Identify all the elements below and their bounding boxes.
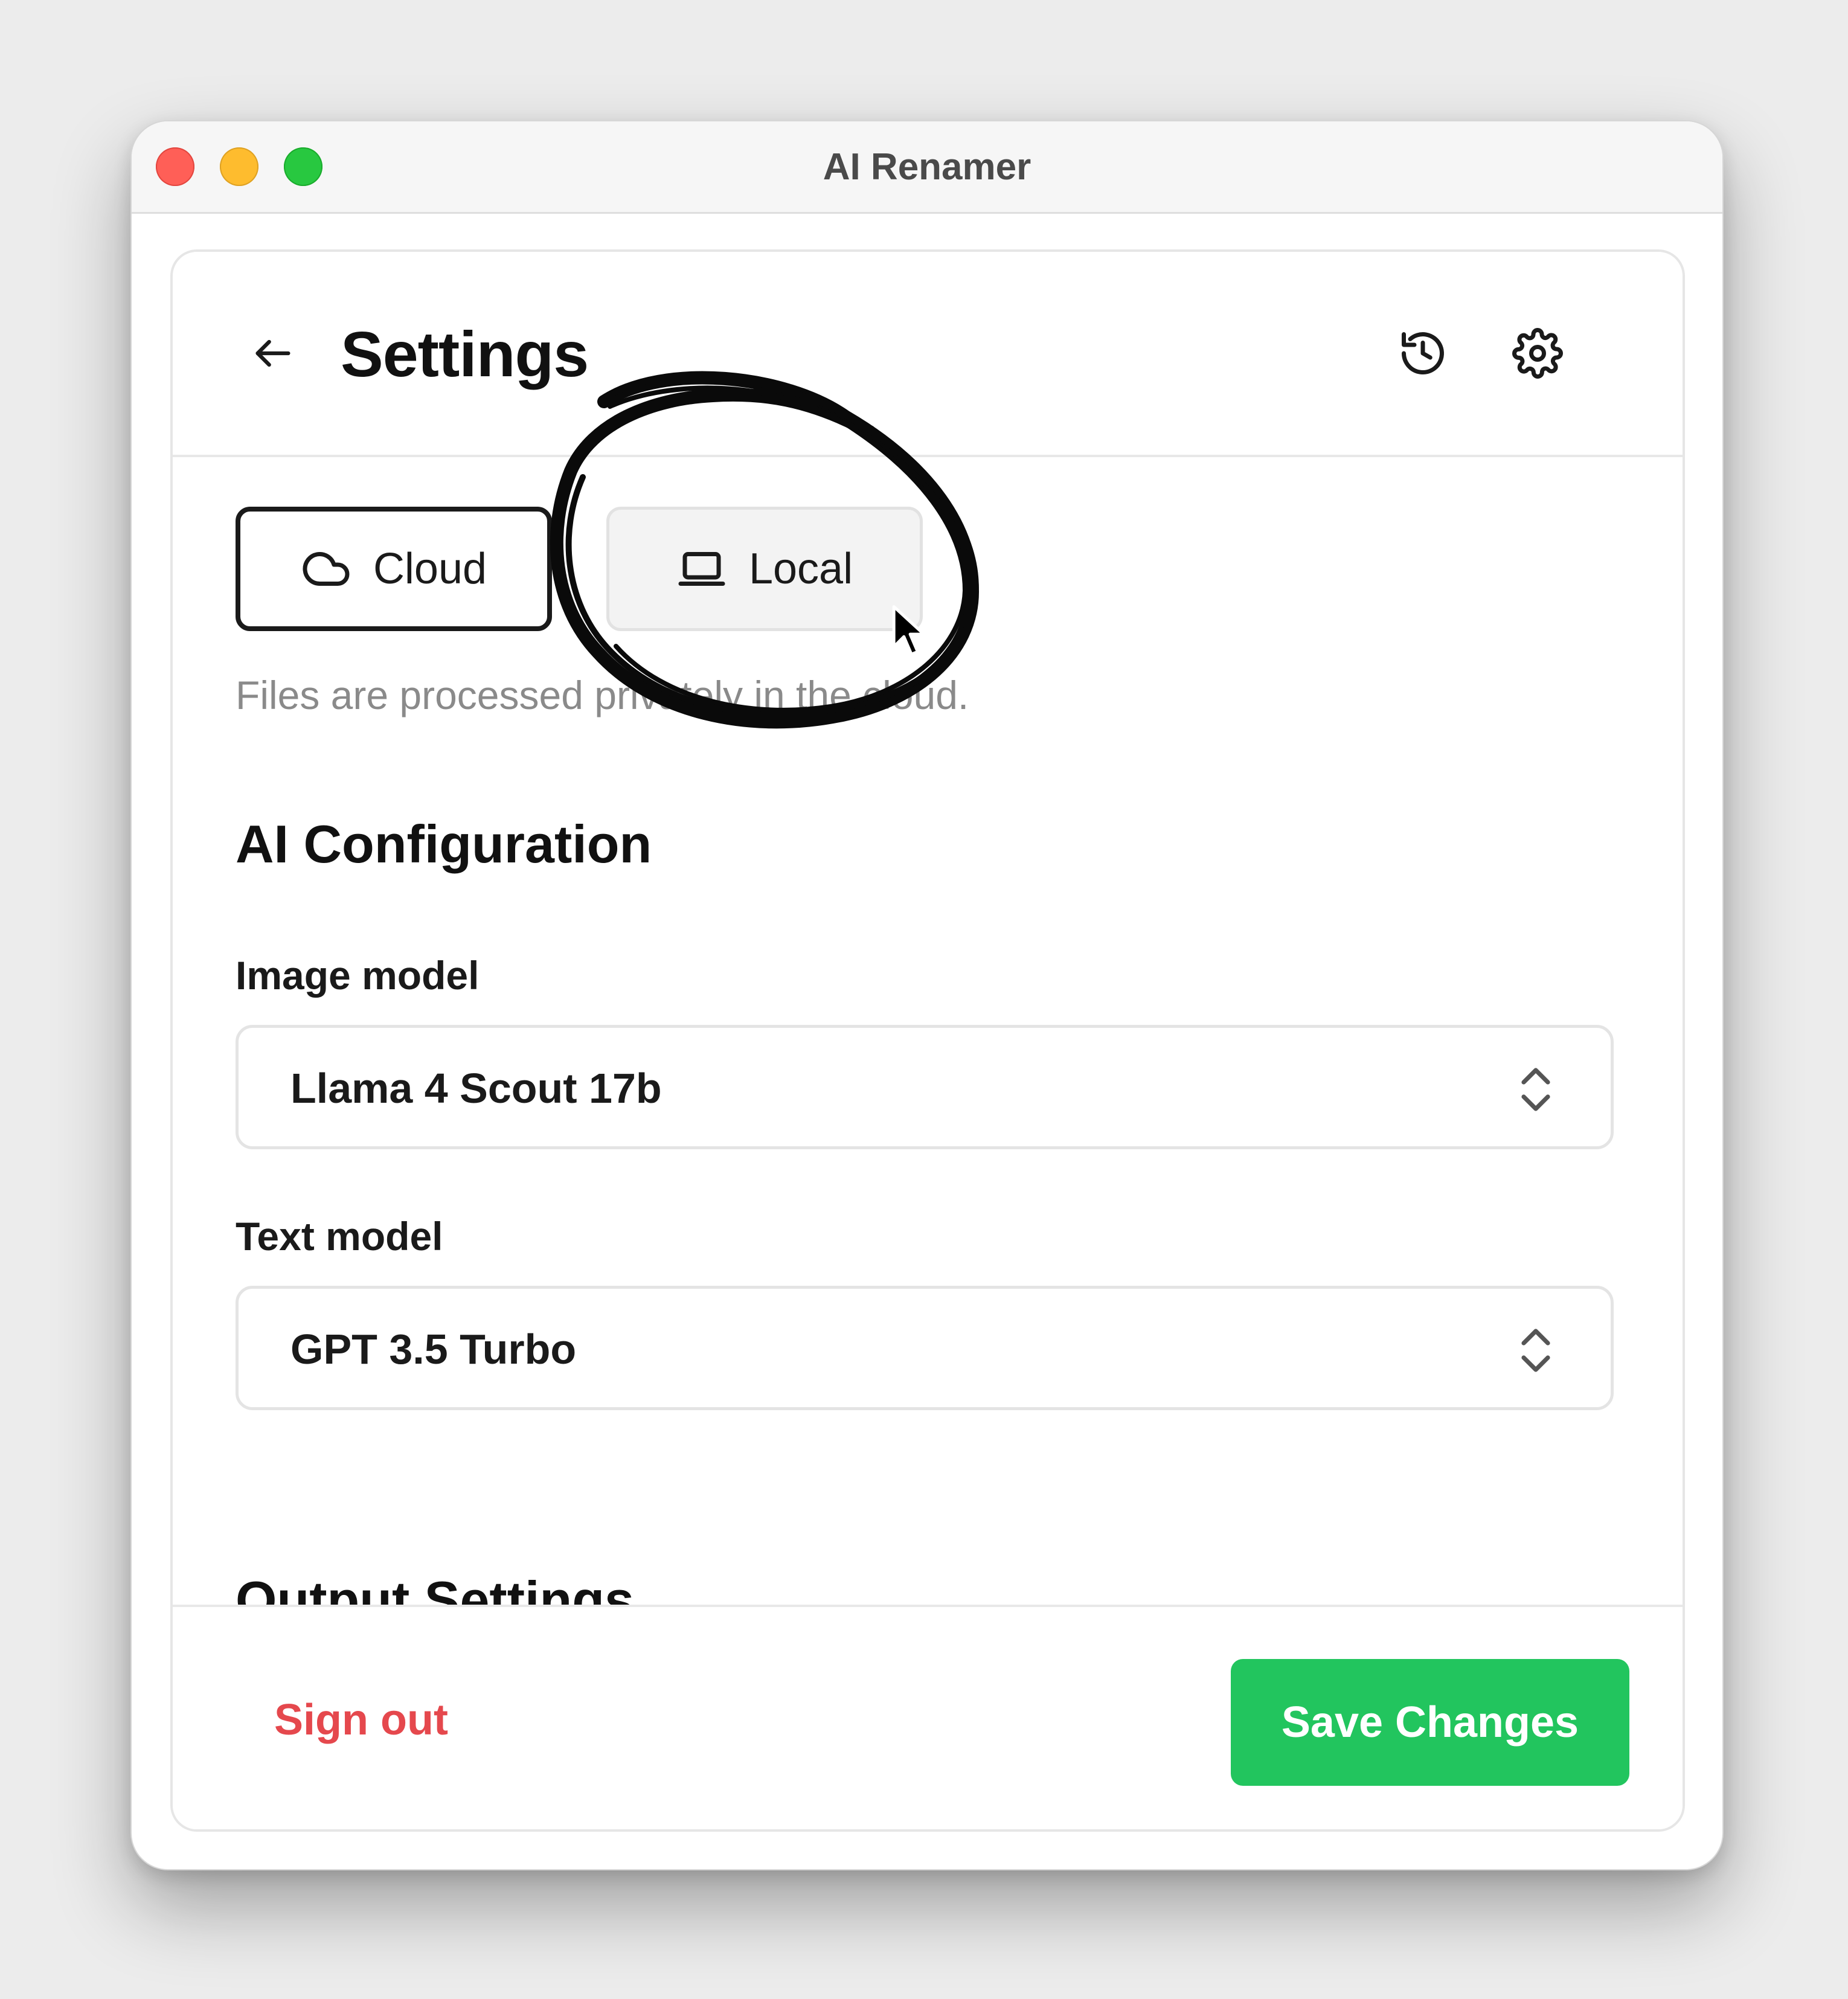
history-icon[interactable] — [1397, 328, 1448, 379]
settings-panel: Settings Cloud Local Files are processed… — [170, 249, 1685, 1832]
chevron-up-down-icon — [1521, 1068, 1550, 1111]
title-bar[interactable]: AI Renamer — [132, 121, 1722, 214]
arrow-left-icon[interactable] — [250, 330, 296, 376]
gear-icon[interactable] — [1512, 328, 1563, 379]
image-model-value: Llama 4 Scout 17b — [290, 1065, 662, 1112]
settings-header: Settings — [173, 252, 1683, 457]
cloud-mode-label: Cloud — [373, 545, 487, 593]
mouse-pointer-icon — [892, 605, 926, 656]
mode-description: Files are processed privately in the clo… — [236, 673, 969, 717]
local-mode-button[interactable]: Local — [606, 507, 923, 631]
app-window: AI Renamer Settings Cloud Local Files ar… — [130, 120, 1724, 1870]
output-settings-heading: Output Settings — [236, 1570, 634, 1605]
save-changes-button[interactable]: Save Changes — [1231, 1659, 1629, 1786]
laptop-icon — [678, 552, 725, 586]
chevron-up-down-icon — [1521, 1329, 1550, 1372]
local-mode-label: Local — [748, 545, 853, 593]
window-title: AI Renamer — [823, 146, 1031, 188]
sign-out-button[interactable]: Sign out — [274, 1695, 448, 1745]
text-model-select[interactable]: GPT 3.5 Turbo — [236, 1286, 1614, 1410]
ai-configuration-heading: AI Configuration — [236, 814, 652, 874]
page-title: Settings — [341, 319, 589, 390]
image-model-label: Image model — [236, 953, 480, 998]
image-model-select[interactable]: Llama 4 Scout 17b — [236, 1025, 1614, 1149]
cloud-icon — [303, 552, 350, 586]
text-model-value: GPT 3.5 Turbo — [290, 1326, 577, 1373]
cloud-mode-button[interactable]: Cloud — [236, 507, 552, 631]
settings-content[interactable]: Cloud Local Files are processed privatel… — [173, 457, 1683, 1605]
text-model-label: Text model — [236, 1214, 443, 1259]
settings-footer: Sign out Save Changes — [173, 1605, 1683, 1829]
